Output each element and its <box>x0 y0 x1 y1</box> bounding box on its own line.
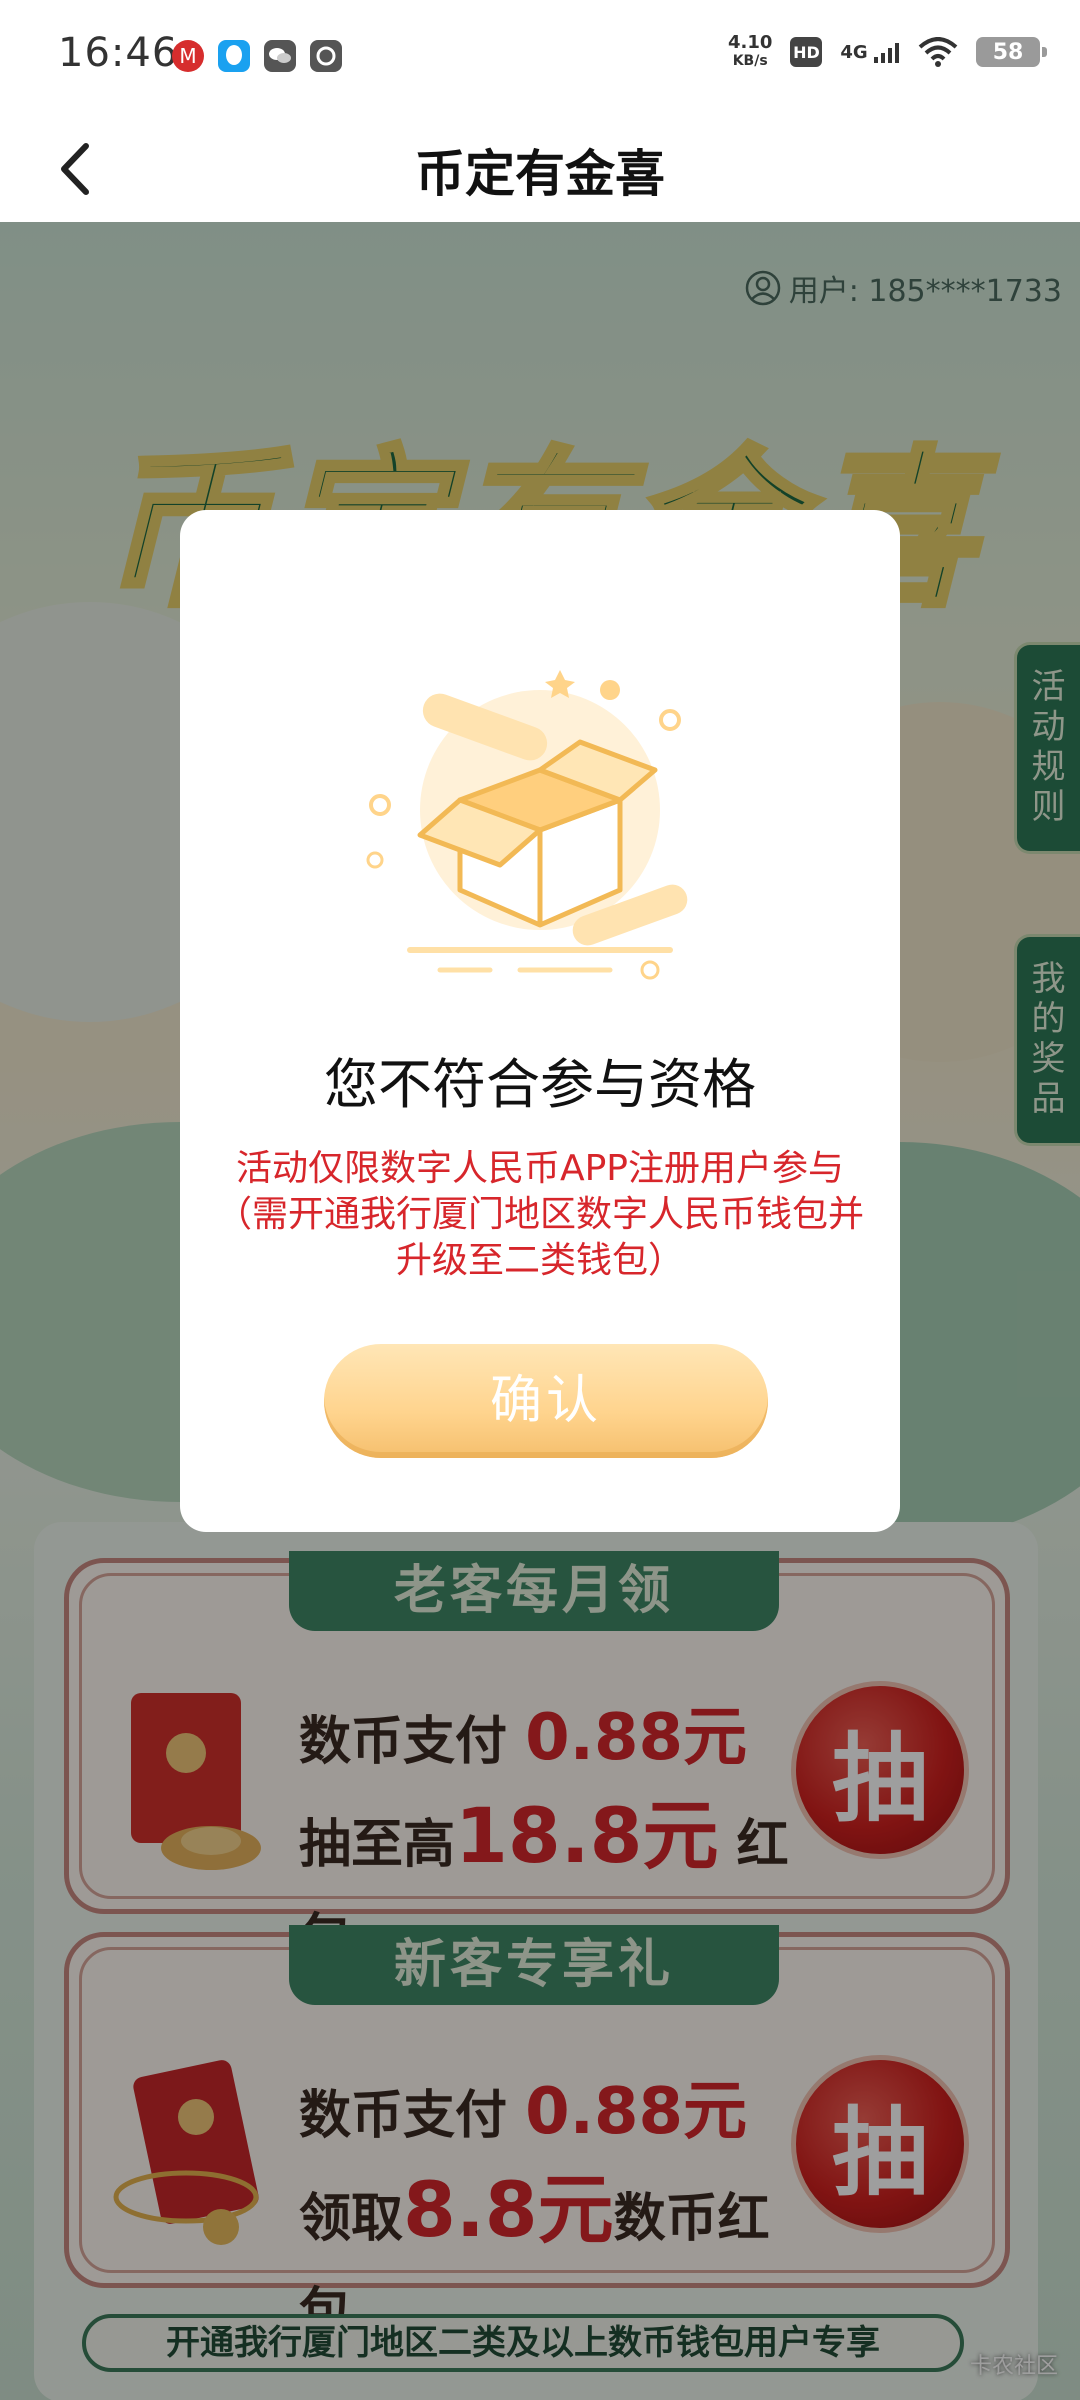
wifi-icon <box>918 37 958 67</box>
battery-icon: 58 <box>976 37 1047 67</box>
cell-signal-icon: 4G <box>840 42 900 63</box>
empty-box-icon <box>366 670 688 980</box>
ineligible-dialog: 您不符合参与资格 活动仅限数字人民币APP注册用户参与（需开通我行厦门地区数字人… <box>180 510 900 1532</box>
net-speed-value: 4.10 <box>727 32 773 53</box>
network-speed: 4.10 KB/s <box>728 34 772 70</box>
page-title: 币定有金喜 <box>415 145 665 203</box>
status-app-icons: M <box>172 40 342 72</box>
network-type: 4G <box>840 41 868 63</box>
status-indicators: 4.10 KB/s HD 4G 58 <box>728 34 1047 70</box>
wechat-icon <box>264 40 296 72</box>
status-time: 16:46 <box>58 30 179 76</box>
china-merchants-icon: M <box>172 40 204 72</box>
status-bar: 16:46 M 4.10 KB/s HD 4G 58 <box>0 0 1080 120</box>
nav-bar: 币定有金喜 <box>0 120 1080 222</box>
confirm-button[interactable]: 确认 <box>324 1344 768 1458</box>
dialog-title: 您不符合参与资格 <box>324 1053 756 1116</box>
dialog-message: 活动仅限数字人民币APP注册用户参与（需开通我行厦门地区数字人民币钱包并升级至二… <box>216 1148 865 1281</box>
qq-icon <box>218 40 250 72</box>
camera-icon <box>310 40 342 72</box>
net-speed-unit: KB/s <box>732 53 768 69</box>
hd-badge: HD <box>790 37 823 67</box>
